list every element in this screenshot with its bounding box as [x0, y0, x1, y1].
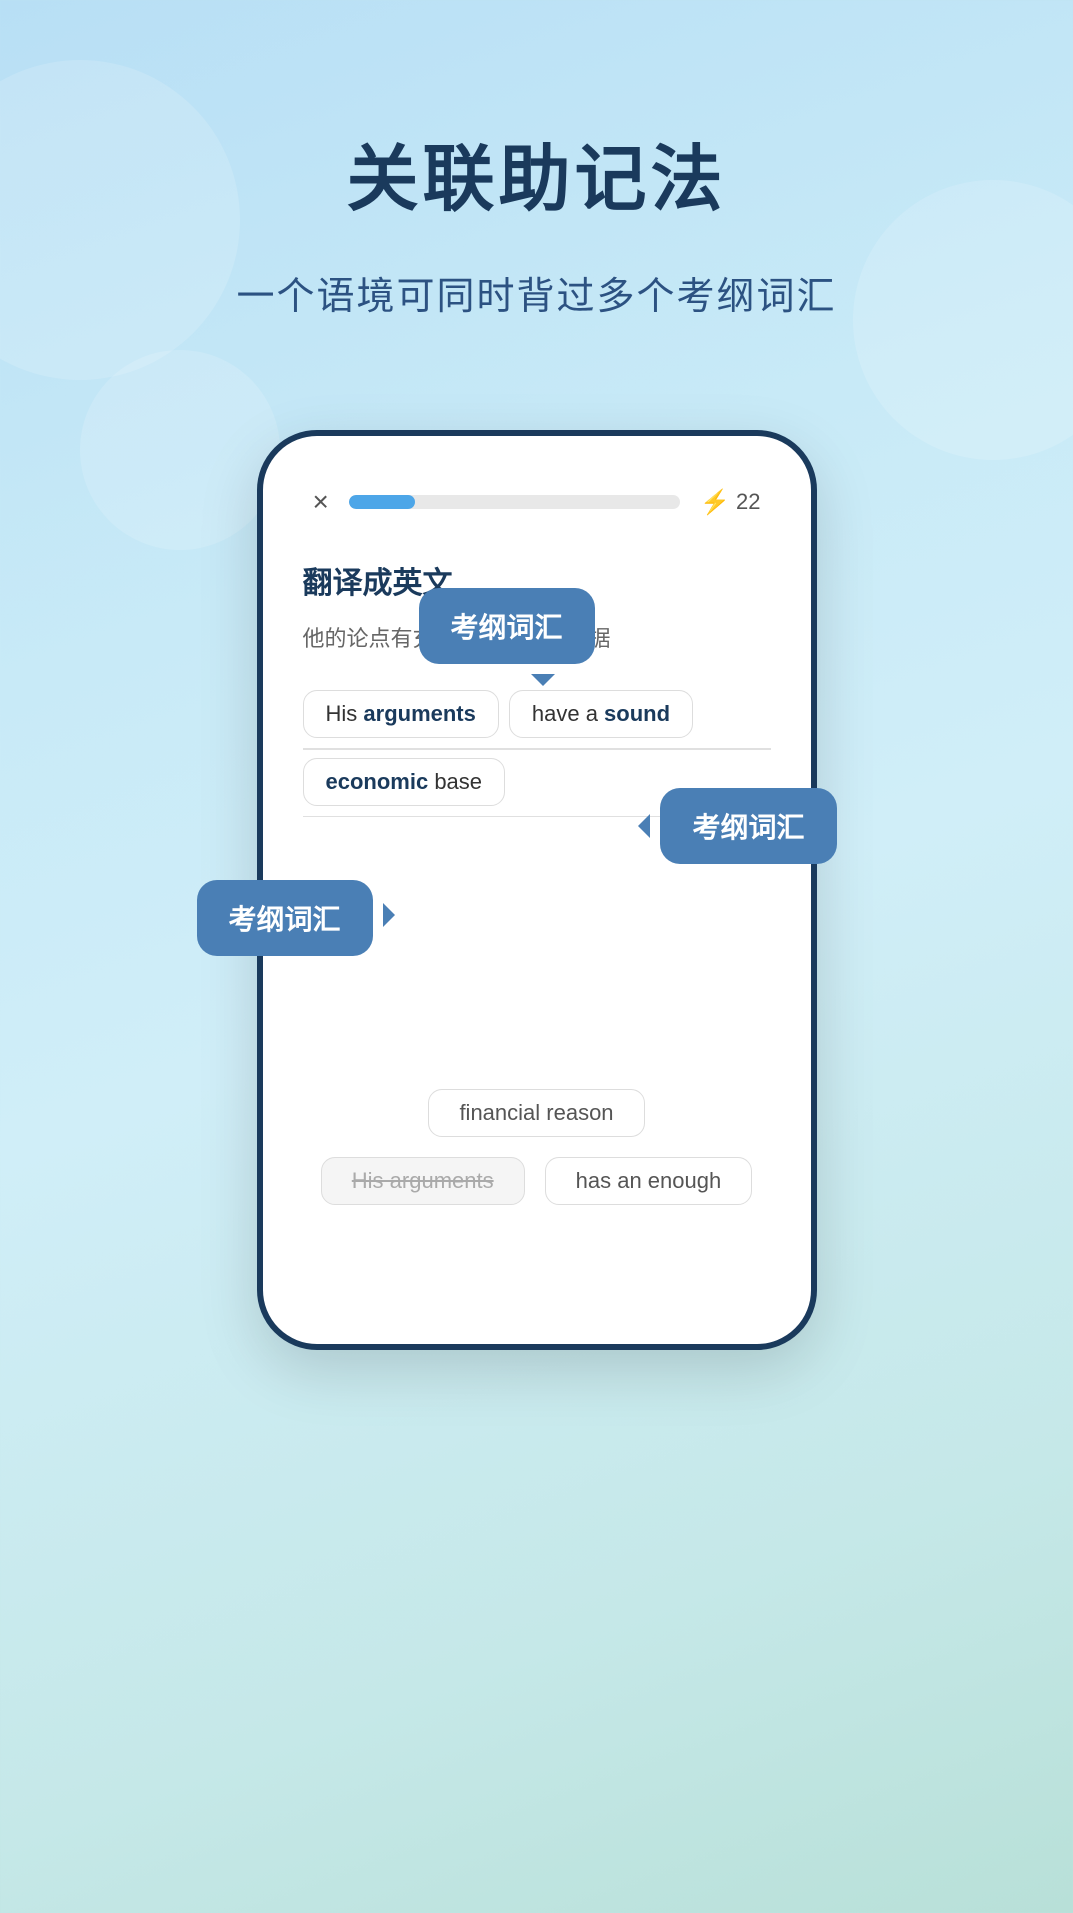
answer-chip-economic-base: economic base — [303, 758, 506, 806]
option-has-an-enough[interactable]: has an enough — [545, 1157, 753, 1205]
score-area: ⚡ 22 — [700, 488, 760, 517]
text-economic: economic — [326, 769, 429, 794]
page-content: 关联助记法 一个语境可同时背过多个考纲词汇 考纲词汇 考纲词汇 考纲词汇 × ⚡… — [0, 0, 1073, 1350]
text-sound: sound — [604, 701, 670, 726]
text-arguments: arguments — [363, 701, 475, 726]
text-his: His — [326, 701, 364, 726]
tooltip-bubble-1: 考纲词汇 — [419, 588, 595, 664]
empty-area: financial reason His arguments has an en… — [303, 825, 771, 1245]
phone-wrapper: 考纲词汇 考纲词汇 考纲词汇 × ⚡ 22 翻译成英文 — [257, 430, 817, 1350]
answer-chip-his-arguments: His arguments — [303, 690, 499, 738]
lightning-icon: ⚡ — [700, 488, 730, 517]
phone-topbar: × ⚡ 22 — [303, 486, 771, 518]
tooltip-bubble-2: 考纲词汇 — [660, 788, 836, 864]
divider-1 — [303, 748, 771, 750]
progress-bar-fill — [349, 495, 415, 509]
main-title: 关联助记法 — [346, 120, 726, 225]
bottom-row: His arguments has an enough — [321, 1157, 752, 1205]
option-his-arguments-wrong[interactable]: His arguments — [321, 1157, 525, 1205]
close-button[interactable]: × — [313, 486, 329, 518]
tooltip-bubble-3: 考纲词汇 — [197, 880, 373, 956]
option-financial-reason[interactable]: financial reason — [428, 1089, 644, 1137]
answer-line-1: His arguments have a sound — [303, 690, 771, 738]
progress-bar-container — [349, 495, 680, 509]
subtitle: 一个语境可同时背过多个考纲词汇 — [236, 265, 836, 320]
text-base: base — [428, 769, 482, 794]
text-have-a: have a — [532, 701, 604, 726]
answer-chip-have-sound: have a sound — [509, 690, 693, 738]
score-value: 22 — [736, 489, 760, 515]
